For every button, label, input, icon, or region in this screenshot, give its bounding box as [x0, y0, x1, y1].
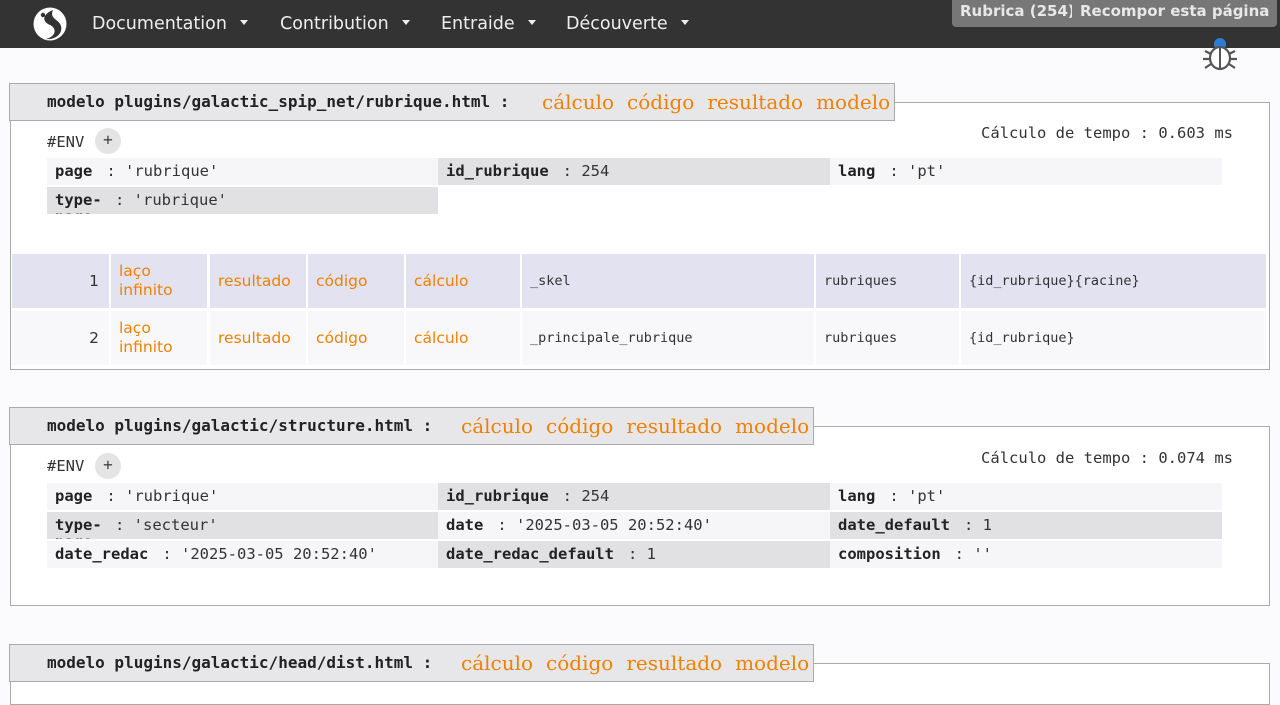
env-entry: lang : 'pt' [830, 158, 1222, 185]
caret-down-icon [680, 19, 689, 25]
template-header: modelo plugins/galactic_spip_net/rubriqu… [9, 83, 895, 121]
loop-result-link[interactable]: resultado [210, 311, 306, 365]
env-key: id_rubrique [446, 487, 549, 505]
infinite-loop-link[interactable]: laço infinito [111, 311, 207, 365]
env-key: page [55, 162, 93, 180]
env-entry: date : '2025-03-05 20:52:40' [438, 512, 830, 539]
loop-code-link[interactable]: código [308, 254, 404, 308]
loop-table: rubriques [816, 311, 959, 365]
calc-link[interactable]: cálculo [461, 414, 533, 438]
loop-calc-link[interactable]: cálculo [406, 311, 520, 365]
env-entry: type-page : 'secteur' [47, 512, 438, 539]
loop-criteria: {id_rubrique} [961, 311, 1266, 365]
env-expand-button[interactable]: + [95, 453, 121, 479]
nav-documentation[interactable]: Documentation [92, 0, 248, 48]
caret-down-icon [527, 19, 536, 25]
env-value: : '2025-03-05 20:52:40' [162, 545, 377, 563]
env-key: date_redac [55, 545, 149, 563]
env-key: date_redac_default [446, 545, 614, 563]
timing-text: Cálculo de tempo : 0.603 ms [981, 124, 1233, 142]
env-value: : '' [954, 545, 992, 563]
code-link[interactable]: código [546, 414, 613, 438]
template-title: modelo plugins/galactic_spip_net/rubriqu… [47, 92, 510, 111]
top-navbar: Documentation Contribution Entraide Déco… [0, 0, 1280, 48]
env-entry: id_rubrique : 254 [438, 483, 830, 510]
model-link[interactable]: modelo [816, 90, 890, 114]
env-entry: date_redac_default : 1 [438, 541, 830, 568]
nav-documentation-label: Documentation [92, 14, 227, 34]
env-value: : 'rubrique' [106, 487, 219, 505]
env-key: type-page [55, 516, 102, 540]
env-entry: date_redac : '2025-03-05 20:52:40' [47, 541, 438, 568]
debug-bug-icon[interactable] [1201, 36, 1239, 74]
env-key: lang [838, 162, 876, 180]
env-key: composition [838, 545, 941, 563]
env-value: : '2025-03-05 20:52:40' [497, 516, 712, 534]
nav-contribution-label: Contribution [280, 14, 389, 34]
env-expand-button[interactable]: + [95, 128, 121, 154]
env-entry: lang : 'pt' [830, 483, 1222, 510]
calc-link[interactable]: cálculo [542, 90, 614, 114]
env-value: : 'secteur' [115, 516, 218, 534]
loop-name: _principale_rubrique [522, 311, 814, 365]
env-entry: type-page : 'rubrique' [47, 187, 438, 214]
template-links: cálculo código resultado modelo [461, 651, 822, 675]
nav-decouverte[interactable]: Découverte [566, 0, 689, 48]
model-link[interactable]: modelo [735, 651, 809, 675]
nav-contribution[interactable]: Contribution [280, 0, 410, 48]
template-header: modelo plugins/galactic/head/dist.html :… [9, 644, 814, 682]
loop-code-link[interactable]: código [308, 311, 404, 365]
code-link[interactable]: código [627, 90, 694, 114]
template-title: modelo plugins/galactic/structure.html : [47, 416, 433, 435]
env-value: : 254 [562, 487, 610, 505]
caret-down-icon [401, 19, 410, 25]
infinite-loop-link[interactable]: laço infinito [111, 254, 207, 308]
template-header: modelo plugins/galactic/structure.html :… [9, 407, 814, 445]
loop-table: rubriques [816, 254, 959, 308]
env-key: date [446, 516, 484, 534]
loop-calc-link[interactable]: cálculo [406, 254, 520, 308]
env-value: : 'pt' [889, 487, 946, 505]
result-link[interactable]: resultado [626, 651, 722, 675]
env-value: : 1 [963, 516, 992, 534]
env-value: : 'rubrique' [106, 162, 219, 180]
timing-text: Cálculo de tempo : 0.074 ms [981, 449, 1233, 467]
env-key: id_rubrique [446, 162, 549, 180]
env-entry: page : 'rubrique' [47, 483, 438, 510]
env-value: : 'rubrique' [115, 191, 227, 209]
nav-entraide[interactable]: Entraide [441, 0, 536, 48]
loop-result-link[interactable]: resultado [210, 254, 306, 308]
nav-decouverte-label: Découverte [566, 14, 668, 34]
env-value: : 254 [562, 162, 610, 180]
template-links: cálculo código resultado modelo [461, 414, 822, 438]
env-key: date_default [838, 516, 950, 534]
caret-down-icon [239, 19, 248, 25]
loop-name: _skel [522, 254, 814, 308]
rubrique-admin-button[interactable]: Rubrica (254) [952, 0, 1083, 27]
result-link[interactable]: resultado [707, 90, 803, 114]
calc-link[interactable]: cálculo [461, 651, 533, 675]
spip-logo-icon[interactable] [33, 7, 67, 41]
result-link[interactable]: resultado [626, 414, 722, 438]
template-links: cálculo código resultado modelo [542, 90, 903, 114]
env-key: page [55, 487, 93, 505]
loop-index: 1 [12, 254, 109, 308]
loop-criteria: {id_rubrique}{racine} [961, 254, 1266, 308]
env-value: : 'pt' [889, 162, 946, 180]
template-title: modelo plugins/galactic/head/dist.html : [47, 653, 433, 672]
recalc-page-button[interactable]: Recompor esta página [1072, 0, 1278, 27]
env-key: type-page [55, 191, 102, 215]
env-entry: id_rubrique : 254 [438, 158, 830, 185]
code-link[interactable]: código [546, 651, 613, 675]
env-label: #ENV [47, 133, 85, 151]
env-key: lang [838, 487, 876, 505]
nav-entraide-label: Entraide [441, 14, 515, 34]
env-entry: date_default : 1 [830, 512, 1222, 539]
env-entry: page : 'rubrique' [47, 158, 438, 185]
env-entry: composition : '' [830, 541, 1222, 568]
env-label: #ENV [47, 457, 85, 475]
env-value: : 1 [627, 545, 656, 563]
loop-index: 2 [12, 311, 109, 365]
model-link[interactable]: modelo [735, 414, 809, 438]
